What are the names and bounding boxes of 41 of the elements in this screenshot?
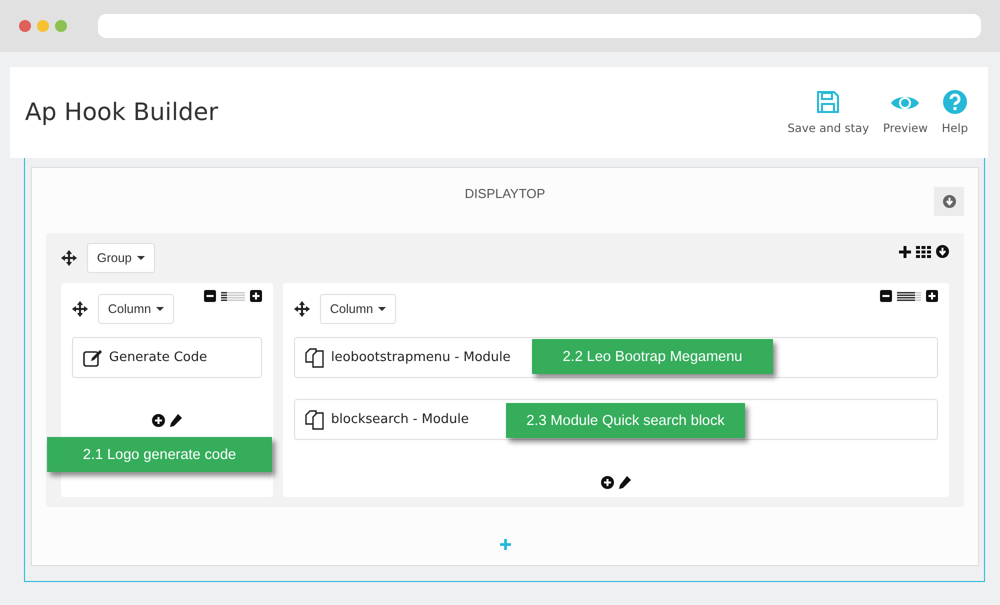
move-icon[interactable]: [294, 301, 310, 317]
module-row[interactable]: Generate Code: [72, 337, 262, 378]
arrow-down-circle-icon: [942, 195, 956, 208]
caret-icon: [156, 307, 164, 311]
plus-circle-icon[interactable]: [601, 476, 614, 489]
group-dropdown[interactable]: Group: [87, 243, 155, 273]
pencil-icon[interactable]: [169, 414, 182, 427]
minus-square-icon[interactable]: [880, 290, 892, 302]
window-control-dot[interactable]: [37, 20, 49, 32]
move-icon[interactable]: [72, 301, 88, 317]
callout-label: 2.2 Leo Bootrap Megamenu: [532, 339, 773, 374]
hook-name: DISPLAYTOP: [464, 186, 546, 202]
caret-icon: [378, 307, 386, 311]
page-title: Ap Hook Builder: [25, 98, 218, 128]
toolbar-button[interactable]: Help: [936, 90, 974, 135]
minus-square-icon[interactable]: [204, 290, 216, 302]
move-icon[interactable]: [61, 250, 77, 266]
callout-label: 2.1 Logo generate code: [47, 437, 272, 472]
toolbar-button[interactable]: Save and stay: [781, 90, 876, 135]
grid-icon[interactable]: [916, 246, 931, 258]
help-icon: [942, 90, 967, 114]
callout-label: 2.3 Module Quick search block: [506, 403, 745, 438]
column-width-meter: [221, 292, 245, 300]
edit-icon: [83, 348, 103, 366]
column-dropdown[interactable]: Column: [98, 294, 174, 324]
window-control-dot[interactable]: [19, 20, 31, 32]
column-width-meter: [897, 292, 921, 300]
toolbar-button[interactable]: Preview: [877, 92, 934, 135]
window-control-dot[interactable]: [55, 20, 67, 32]
collapse-button[interactable]: [934, 187, 964, 216]
caret-icon: [136, 256, 145, 260]
column-dropdown[interactable]: Column: [320, 294, 396, 324]
copy-icon: [305, 410, 325, 430]
save-icon: [815, 90, 842, 114]
pencil-icon[interactable]: [618, 476, 631, 489]
copy-icon: [305, 348, 325, 368]
plus-square-icon[interactable]: [926, 290, 938, 302]
plus-icon[interactable]: [899, 246, 911, 258]
plus-square-icon[interactable]: [250, 290, 262, 302]
plus-circle-icon[interactable]: [152, 414, 165, 427]
arrow-down-circle-icon[interactable]: [936, 245, 949, 258]
